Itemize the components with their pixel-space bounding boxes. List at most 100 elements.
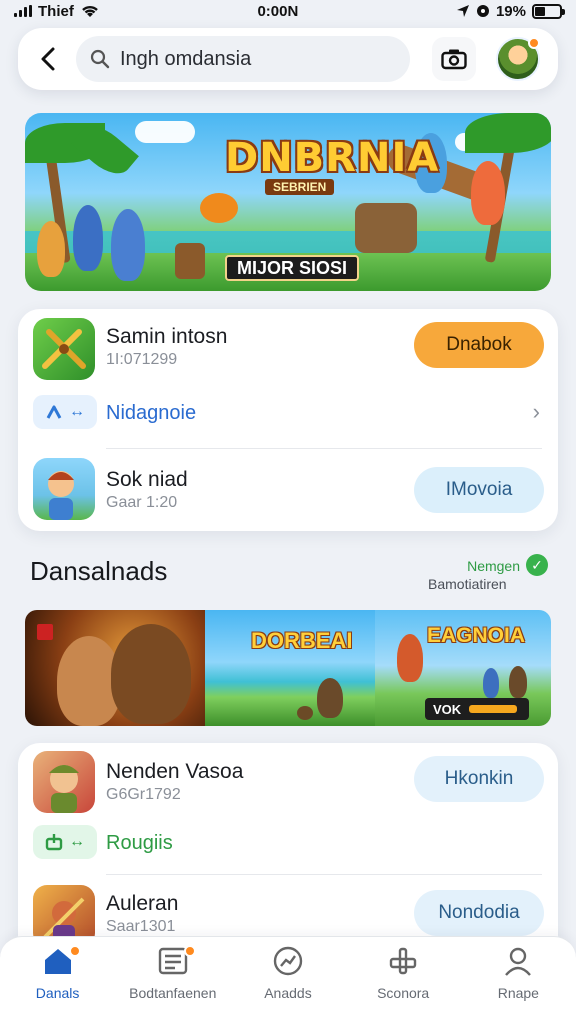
gallery-panel-1[interactable] [25,610,205,726]
search-header: Ingh omdansia [18,28,558,90]
app-name: Samin intosn [106,325,228,348]
back-button[interactable] [30,37,66,81]
app-icon[interactable] [33,318,95,380]
character-icon [49,765,79,813]
gallery-title: DORBEAI [251,628,353,653]
search-input[interactable]: Ingh omdansia [76,36,410,82]
character [37,221,65,277]
character [471,161,505,225]
location-icon [456,5,469,17]
nav-label: Danals [35,985,80,1001]
nav-item-news[interactable]: Bodtanfaenen [118,945,228,1001]
install-button[interactable]: IMovoia [414,467,544,513]
hero-title: DNBRNIA [225,135,440,181]
app-icon[interactable] [33,751,95,813]
cloud [135,121,195,143]
progress-bar [469,705,518,713]
crossed-swords-icon [42,329,86,369]
nav-item-tools[interactable]: Sconora [348,945,458,1001]
notification-dot [183,945,196,957]
gallery-panel-3[interactable]: EAGNOIA VOK [375,610,551,726]
app-name: Sok niad [106,468,188,491]
gallery-title: EAGNOIA [427,624,526,647]
tag-icon: ↔ [33,395,97,429]
tag-icon [37,624,53,640]
character [483,668,499,698]
hut [355,203,417,253]
app-card-1: Samin intosn 1I:071299 Dnabok ↔ Nidagnoi… [18,309,558,531]
bottom-nav: Danals Bodtanfaenen Anadds Sconora Rnape [0,936,576,1024]
profile-icon [505,947,532,976]
screenshot-gallery[interactable]: DORBEAI EAGNOIA VOK [25,610,551,726]
camera-icon [441,49,467,70]
notification-dot [528,37,540,49]
section-info-top: Nemgen [467,558,520,574]
character [509,666,527,698]
character [317,678,343,718]
sea [25,231,551,253]
app-meta: Gaar 1:20 [106,494,178,511]
download-button[interactable]: Dnabok [414,322,544,368]
palm-leaf [465,113,551,153]
fruit-creature [200,193,238,223]
battery-icon [531,3,565,19]
hero-subtitle: SEBRIEN [265,179,335,195]
notification-dot [68,945,81,957]
divider [106,448,542,449]
nav-label: Rnape [497,985,539,1001]
status-time: 0:00N [257,2,299,20]
gallery-badge-label: VOK [433,701,462,717]
install-button[interactable]: Hkonkin [414,756,544,802]
section-info-bottom: Bamotiatiren [428,576,507,592]
creature [111,624,191,724]
tag-label[interactable]: Rougiis [106,832,173,855]
status-left: Thief [14,3,100,20]
nav-item-home[interactable]: Danals [3,945,113,1001]
hero-banner[interactable]: DNBRNIA SEBRIEN MIJOR SIOSI [25,113,551,291]
character [111,209,145,281]
app-icon[interactable] [33,458,95,520]
app-name: Auleran [106,892,179,915]
gallery-panel-2[interactable]: DORBEAI [205,610,375,726]
nav-label: Bodtanfaenen [129,985,217,1001]
arrow-up-icon [46,405,62,419]
dashboard-icon [273,946,303,976]
wifi-icon [82,5,98,17]
section-title: Dansalnads [30,556,168,586]
gallery-badge: VOK [425,698,529,720]
tag-icon: ↔ [33,825,97,859]
search-icon [90,49,110,69]
back-icon [41,47,55,71]
download-box-icon [45,834,63,851]
character-icon [48,471,74,520]
nav-item-dashboard[interactable]: Anadds [233,945,343,1001]
divider [106,874,542,875]
carrier-label: Thief [38,2,74,20]
nav-item-profile[interactable]: Rnape [463,945,573,1001]
nav-label: Sconora [377,985,430,1001]
camera-button[interactable] [432,37,476,81]
app-meta: G6Gr1792 [106,786,181,803]
nav-label: Anadds [264,985,312,1001]
rock [297,706,313,720]
alarm-icon [476,5,489,17]
crate [175,243,205,279]
battery-percent: 19% [495,2,526,20]
signal-icon [14,5,32,17]
tools-icon [389,947,417,975]
hero-badge: MIJOR SIOSI [225,255,360,281]
avatar[interactable] [496,37,540,81]
status-right: 19% [456,2,565,20]
search-value: Ingh omdansia [120,47,252,70]
install-button[interactable]: Nondodia [414,890,544,936]
character [397,634,423,682]
app-meta: Saar1301 [106,918,176,935]
app-name: Nenden Vasoa [106,760,244,783]
chevron-right-icon[interactable]: › [533,399,540,425]
check-icon: ✓ [526,554,548,576]
status-bar: Thief 0:00N 19% [0,0,576,22]
character [73,205,103,271]
tag-label[interactable]: Nidagnoie [106,402,196,425]
app-meta: 1I:071299 [106,351,178,368]
section-info[interactable]: Nemgen ✓ Bamotiatiren [428,554,550,594]
